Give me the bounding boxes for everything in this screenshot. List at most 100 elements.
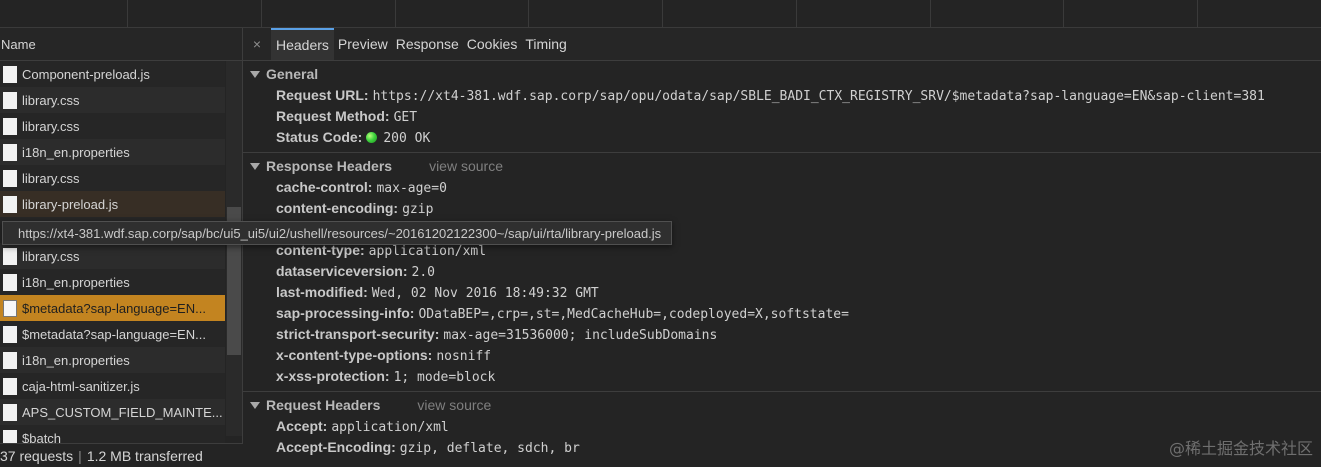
request-method-value: GET [393, 110, 418, 125]
header-value: nosniff [436, 349, 492, 364]
header-name: strict-transport-security: [276, 326, 440, 342]
triangle-down-icon [250, 402, 260, 409]
timeline-divider [528, 0, 529, 28]
header-name: cache-control: [276, 179, 373, 195]
request-view-source-link[interactable]: view source [417, 395, 491, 416]
file-icon [3, 65, 17, 83]
header-name: x-xss-protection: [276, 368, 390, 384]
triangle-down-icon [250, 163, 260, 170]
header-row: strict-transport-security: max-age=315360… [243, 324, 1321, 345]
file-icon [3, 403, 17, 421]
header-value: application/xml [368, 244, 487, 259]
header-value: 1; mode=block [393, 370, 496, 385]
header-value: gzip [402, 202, 434, 217]
tab-response[interactable]: Response [392, 28, 463, 60]
header-row: x-xss-protection: 1; mode=block [243, 366, 1321, 387]
header-name: Accept: [276, 418, 328, 434]
request-row[interactable]: library-preload.js [0, 191, 225, 217]
header-value: application/xml [331, 420, 449, 435]
status-ok-icon [366, 132, 378, 143]
file-icon [3, 169, 17, 187]
url-tooltip: https://xt4-381.wdf.sap.corp/sap/bc/ui5_… [2, 221, 673, 245]
request-url-key: Request URL: [276, 87, 369, 103]
status-code-row: Status Code: 200 OK [243, 127, 1321, 148]
request-headers-title: Request Headers [266, 397, 381, 413]
header-row: Accept-Encoding: gzip, deflate, sdch, br [243, 437, 1321, 458]
tab-timing[interactable]: Timing [521, 28, 571, 60]
header-row: dataserviceversion: 2.0 [243, 261, 1321, 282]
request-name: i18n_en.properties [22, 144, 130, 160]
request-count: 37 requests [0, 448, 74, 464]
header-name: last-modified: [276, 284, 368, 300]
file-icon [3, 273, 17, 291]
header-name: sap-processing-info: [276, 305, 415, 321]
file-icon [3, 91, 17, 109]
timeline-divider [395, 0, 396, 28]
general-section-toggle[interactable]: General [243, 64, 1321, 85]
tab-preview[interactable]: Preview [334, 28, 392, 60]
header-name: content-encoding: [276, 200, 399, 216]
header-row: content-encoding: gzip [243, 198, 1321, 219]
request-list-scrollbar[interactable] [226, 61, 242, 436]
watermark: @稀土掘金技术社区 [1168, 439, 1313, 458]
timeline-divider [1197, 0, 1198, 28]
file-icon [3, 351, 17, 369]
timeline-divider [796, 0, 797, 28]
header-row: last-modified: Wed, 02 Nov 2016 18:49:32 … [243, 282, 1321, 303]
file-icon [3, 377, 17, 395]
file-icon [3, 247, 17, 265]
request-name: library.css [22, 248, 80, 264]
close-details-icon[interactable]: × [243, 28, 271, 60]
name-column-header[interactable]: Name [0, 28, 242, 61]
status-code-value: 200 OK [383, 131, 431, 146]
request-url-row: Request URL: https://xt4-381.wdf.sap.corp… [243, 85, 1321, 106]
details-tab-bar: × Headers Preview Response Cookies Timing [243, 28, 1321, 61]
header-name: Accept-Encoding: [276, 439, 396, 455]
request-headers-toggle[interactable]: Request Headers view source [243, 395, 1321, 416]
request-row[interactable]: caja-html-sanitizer.js [0, 373, 225, 399]
request-row[interactable]: library.css [0, 165, 225, 191]
request-name: APS_CUSTOM_FIELD_MAINTE... [22, 404, 223, 420]
request-name: caja-html-sanitizer.js [22, 378, 140, 394]
tab-cookies[interactable]: Cookies [463, 28, 522, 60]
request-name: $metadata?sap-language=EN... [22, 300, 206, 316]
timeline-overview[interactable] [0, 0, 1321, 28]
timeline-divider [662, 0, 663, 28]
request-name: library.css [22, 118, 80, 134]
request-rows: Component-preload.js library.css library.c… [0, 61, 225, 451]
request-name: i18n_en.properties [22, 274, 130, 290]
request-row[interactable]: i18n_en.properties [0, 269, 225, 295]
tab-headers[interactable]: Headers [271, 28, 334, 60]
header-value: max-age=31536000; includeSubDomains [443, 328, 718, 343]
network-summary-bar: 37 requests | 1.2 MB transferred [0, 443, 243, 467]
timeline-divider [127, 0, 128, 28]
summary-separator: | [78, 448, 82, 464]
transferred-size: 1.2 MB transferred [86, 448, 203, 464]
request-name: library.css [22, 92, 80, 108]
response-headers-section: Response Headers view source cache-contr… [243, 153, 1321, 392]
request-row[interactable]: i18n_en.properties [0, 347, 225, 373]
request-name: library-preload.js [22, 196, 119, 212]
timeline-divider [930, 0, 931, 28]
request-row[interactable]: library.css [0, 243, 225, 269]
request-row[interactable]: library.css [0, 113, 225, 139]
request-row[interactable]: $metadata?sap-language=EN... [0, 321, 225, 347]
request-headers-section: Request Headers view source Accept: appli… [243, 392, 1321, 462]
header-value: Wed, 02 Nov 2016 18:49:32 GMT [371, 286, 599, 301]
request-method-row: Request Method: GET [243, 106, 1321, 127]
request-details-panel: × Headers Preview Response Cookies Timing Ge… [243, 28, 1321, 467]
request-row[interactable]: $metadata?sap-language=EN... [0, 295, 225, 321]
request-row[interactable]: i18n_en.properties [0, 139, 225, 165]
response-view-source-link[interactable]: view source [429, 156, 503, 177]
request-row[interactable]: APS_CUSTOM_FIELD_MAINTE... [0, 399, 225, 425]
header-value: gzip, deflate, sdch, br [399, 441, 580, 456]
request-row[interactable]: Component-preload.js [0, 61, 225, 87]
request-row[interactable]: library.css [0, 87, 225, 113]
request-name: Component-preload.js [22, 66, 150, 82]
request-name: i18n_en.properties [22, 352, 130, 368]
header-row: sap-processing-info: ODataBEP=,crp=,st=,M… [243, 303, 1321, 324]
response-headers-toggle[interactable]: Response Headers view source [243, 156, 1321, 177]
header-value: ODataBEP=,crp=,st=,MedCacheHub=,codeploy… [418, 307, 849, 322]
response-headers-title: Response Headers [266, 158, 393, 174]
file-icon [3, 117, 17, 135]
